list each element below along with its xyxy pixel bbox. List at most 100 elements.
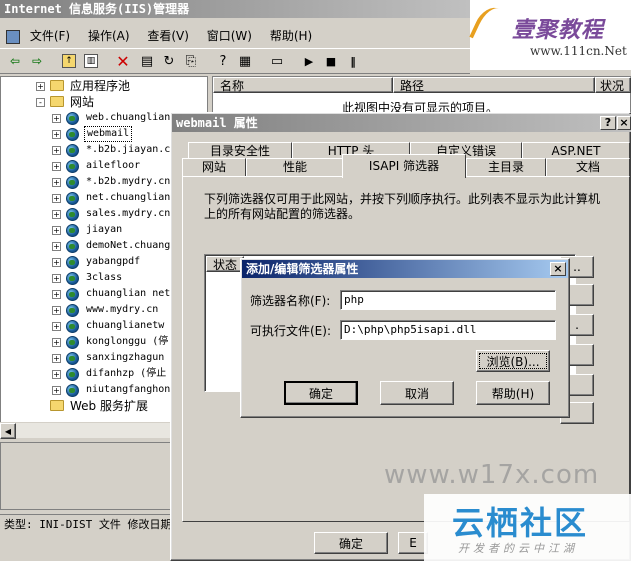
tree-item-label: Web 服务扩展 (70, 399, 148, 413)
browse-button[interactable]: 浏览(B)... (476, 350, 550, 372)
expand-icon[interactable]: + (52, 114, 61, 123)
expand-icon[interactable]: + (52, 178, 61, 187)
forward-arrow-icon[interactable]: ⇨ (28, 52, 46, 70)
website-globe-icon (66, 336, 79, 349)
expand-icon[interactable]: + (52, 210, 61, 219)
executable-input[interactable]: D:\php\php5isapi.dll (340, 320, 556, 340)
tree-item-label: jiayan (86, 224, 123, 235)
show-tree-icon[interactable]: ▥ (84, 54, 98, 68)
expand-icon[interactable]: + (52, 258, 61, 267)
collapse-icon[interactable]: - (36, 98, 45, 107)
main-title-bar: Internet 信息服务(IIS)管理器 (0, 0, 470, 18)
isapi-description: 下列筛选器仅可用于此网站，并按下列顺序执行。此列表不显示为此计算机上的所有网站配… (204, 192, 601, 221)
refresh-icon[interactable]: ↻ (160, 52, 178, 70)
edit-title-bar: 添加/编辑筛选器属性 (242, 260, 568, 278)
app-icon (6, 29, 20, 44)
logo-feather-icon (469, 2, 509, 48)
expand-icon[interactable]: + (52, 338, 61, 347)
website-globe-icon (66, 112, 79, 125)
tree-item-label: 3class (86, 272, 123, 283)
col-header-status[interactable]: 状况 (595, 77, 631, 93)
props-close-button[interactable]: × (617, 116, 631, 130)
edit-ok-button[interactable]: 确定 (284, 381, 358, 405)
edit-title: 添加/编辑筛选器属性 (246, 262, 359, 276)
view-icon[interactable]: ▦ (236, 52, 254, 70)
tab-isapi-filters[interactable]: ISAPI 筛选器 (342, 154, 466, 178)
filter-name-input[interactable]: php (340, 290, 556, 310)
tab-home-directory[interactable]: 主目录 (466, 158, 546, 176)
folder-icon (50, 96, 64, 107)
tab-documents[interactable]: 文档 (546, 158, 630, 176)
back-arrow-icon[interactable]: ⇦ (6, 52, 24, 70)
computer-icon[interactable]: ▭ (268, 52, 286, 70)
expand-icon[interactable]: + (52, 306, 61, 315)
tree-item-label: www.mydry.cn (86, 304, 159, 315)
delete-icon[interactable]: ✕ (114, 52, 132, 71)
tree-item[interactable]: - 网站 (0, 94, 206, 110)
properties-icon[interactable]: ▤ (138, 52, 156, 70)
edit-cancel-button[interactable]: 取消 (380, 381, 454, 405)
website-globe-icon (66, 160, 79, 173)
website-globe-icon (66, 320, 79, 333)
menu-window[interactable]: 窗口(W) (207, 26, 252, 46)
props-title: webmail 属性 (176, 116, 258, 130)
filter-name-label: 筛选器名称(F): (250, 294, 331, 308)
edit-close-button[interactable]: × (550, 262, 566, 276)
tree-item-label: niutangfanghon (86, 384, 171, 395)
tab-website[interactable]: 网站 (182, 158, 246, 176)
menu-bar: 文件(F) 操作(A) 查看(V) 窗口(W) 帮助(H) (0, 26, 470, 46)
menu-file[interactable]: 文件(F) (30, 26, 70, 46)
help-icon[interactable]: ? (214, 52, 232, 70)
website-globe-icon (66, 272, 79, 285)
tree-item-label: sales.mydry.cn (86, 208, 171, 219)
filter-list-header-status[interactable]: 状态 (206, 256, 244, 272)
expand-icon[interactable]: + (52, 226, 61, 235)
stop-icon[interactable]: ■ (322, 52, 340, 70)
menu-help[interactable]: 帮助(H) (270, 26, 312, 46)
scroll-left-button[interactable]: ◀ (0, 423, 16, 439)
expand-icon[interactable]: + (52, 274, 61, 283)
logo-watermark: 壹聚教程 www.111cn.Net (469, 0, 631, 70)
expand-icon[interactable]: + (52, 370, 61, 379)
expand-icon[interactable]: + (52, 194, 61, 203)
menu-view[interactable]: 查看(V) (147, 26, 189, 46)
lower-pane (0, 442, 172, 510)
tree-item-label: chuanglianetw (86, 320, 165, 331)
website-globe-icon (66, 368, 79, 381)
props-ok-button[interactable]: 确定 (314, 532, 388, 554)
website-globe-icon (66, 384, 79, 397)
status-bar: 类型: INI-DIST 文件 修改日期 (0, 514, 172, 534)
expand-icon[interactable]: + (52, 162, 61, 171)
col-header-name[interactable]: 名称 (213, 77, 393, 93)
tree-item-label: *.b2b.jiayan.c (86, 144, 171, 155)
menu-action[interactable]: 操作(A) (88, 26, 130, 46)
website-globe-icon (66, 288, 79, 301)
status-text: 类型: INI-DIST 文件 修改日期 (4, 518, 172, 531)
tab-performance[interactable]: 性能 (246, 158, 344, 176)
expand-icon[interactable]: + (52, 242, 61, 251)
expand-icon[interactable]: + (52, 130, 61, 139)
export-icon[interactable]: ⎘ (182, 52, 200, 70)
expand-icon[interactable]: + (52, 146, 61, 155)
tree-item-label: difanhzp (停止 (86, 368, 167, 379)
col-header-path[interactable]: 路径 (393, 77, 595, 93)
tree-item[interactable]: + 应用程序池 (0, 78, 206, 94)
expand-icon[interactable]: + (52, 354, 61, 363)
tree-item-label: ailefloor (86, 160, 141, 171)
w17x-watermark: www.w17x.com (384, 460, 600, 490)
edit-help-button[interactable]: 帮助(H) (476, 381, 550, 405)
props-help-button[interactable]: ? (600, 116, 616, 130)
expand-icon[interactable]: + (52, 290, 61, 299)
pause-icon[interactable]: ‖ (344, 52, 362, 70)
props-title-bar: webmail 属性 (172, 114, 631, 132)
expand-icon[interactable]: + (52, 322, 61, 331)
folder-icon (50, 80, 64, 91)
expand-icon[interactable]: + (52, 386, 61, 395)
up-folder-icon[interactable]: ↑ (62, 54, 76, 68)
tree-item-label: *.b2b.mydry.cn (86, 176, 171, 187)
expand-icon[interactable]: + (36, 82, 45, 91)
website-globe-icon (66, 224, 79, 237)
play-icon[interactable]: ▶ (300, 52, 318, 70)
tree-item-label: 应用程序池 (70, 79, 131, 93)
tree-item-label: konglonggu (停 (86, 336, 169, 347)
